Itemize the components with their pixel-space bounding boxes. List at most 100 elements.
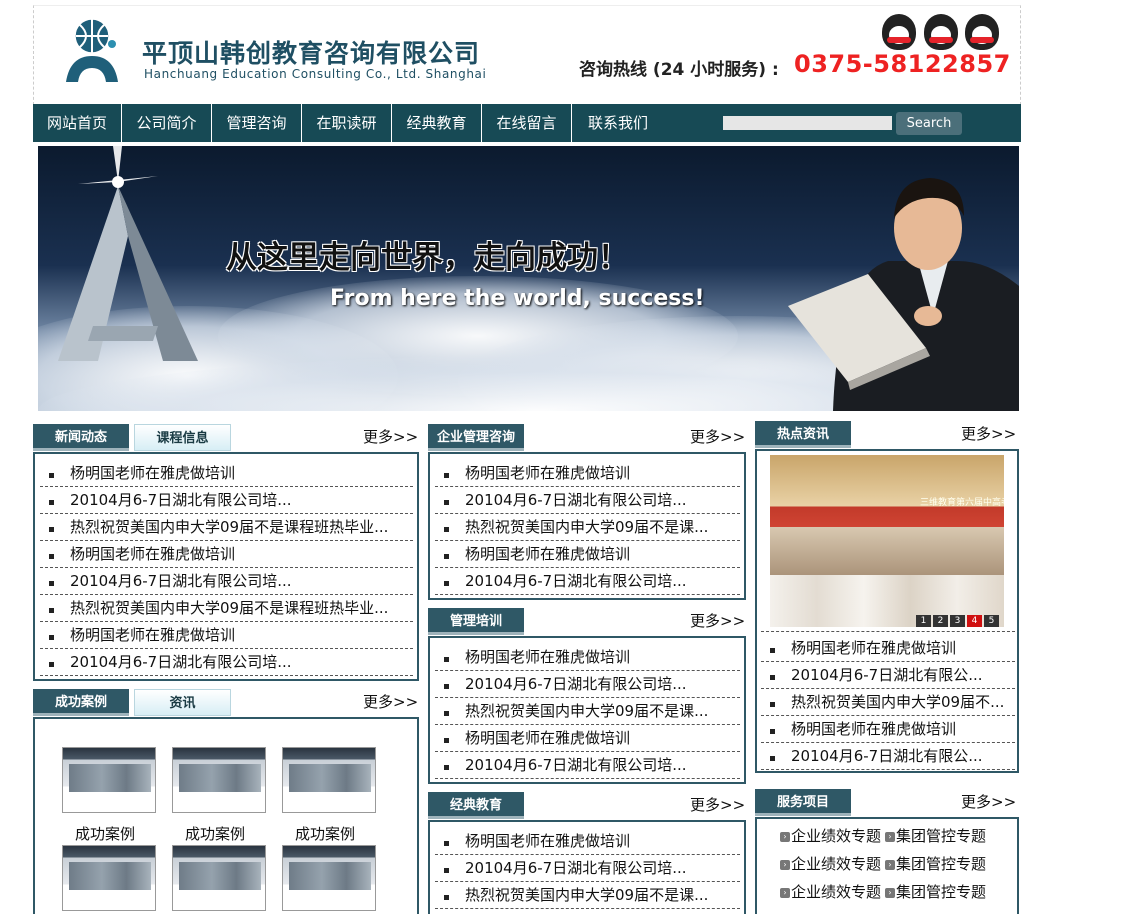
list-item[interactable]: 杨明国老师在雅虎做培训 — [435, 541, 740, 568]
consulting-more-link[interactable]: 更多>> — [690, 426, 745, 447]
tab-cases[interactable]: 成功案例 — [33, 689, 129, 716]
service-item[interactable]: › 企业绩效专题 — [780, 822, 881, 850]
service-item[interactable]: › 集团管控专题 — [885, 850, 986, 878]
tab-hot-news[interactable]: 热点资讯 — [755, 421, 851, 448]
hot-news-photo[interactable]: 三维教育第六届中高考战士 1 2 3 4 5 — [770, 455, 1004, 627]
services-panel: › 企业绩效专题 › 集团管控专题 › 企业绩效专题 › 集团管控专题 › 企业绩效专题 … — [755, 817, 1019, 914]
list-item[interactable]: 热烈祝贺美国内申大学09届不是课程班热毕业... — [40, 514, 413, 541]
site-header: 平顶山韩创教育咨询有限公司 Hanchuang Education Consul… — [33, 5, 1021, 105]
tab-training[interactable]: 管理培训 — [428, 608, 524, 635]
hero-banner: 从这里走向世界，走向成功！ From here the world, succe… — [38, 146, 1019, 411]
list-item[interactable]: 杨明国老师在雅虎做培训 — [40, 460, 413, 487]
services-more-link[interactable]: 更多>> — [961, 791, 1016, 812]
list-item[interactable]: 杨明国老师在雅虎做培训 — [761, 716, 1015, 743]
case-thumbnail[interactable] — [282, 747, 376, 813]
arrow-right-icon: › — [885, 859, 895, 870]
classic-more-link[interactable]: 更多>> — [690, 794, 745, 815]
tab-consulting[interactable]: 企业管理咨询 — [428, 424, 524, 451]
list-item[interactable]: 杨明国老师在雅虎做培训 — [761, 635, 1015, 662]
arrow-right-icon: › — [780, 831, 790, 842]
training-list: 杨明国老师在雅虎做培训 20104月6-7日湖北有限公司培... 热烈祝贺美国内… — [428, 636, 746, 784]
case-label[interactable]: 成功案例 — [185, 823, 245, 844]
hotline-number: 0375-58122857 — [794, 50, 1011, 78]
case-label[interactable]: 成功案例 — [295, 823, 355, 844]
banner-title-cn: 从这里走向世界，走向成功！ — [226, 240, 629, 276]
list-item[interactable]: 杨明国老师在雅虎做培训 — [435, 725, 740, 752]
service-item[interactable]: › 集团管控专题 — [885, 822, 986, 850]
list-item[interactable]: 20104月6-7日湖北有限公... — [761, 743, 1015, 770]
company-name-cn: 平顶山韩创教育咨询有限公司 — [142, 39, 481, 68]
arrow-right-icon: › — [885, 887, 895, 898]
banner-title-en: From here the world, success! — [330, 286, 705, 311]
hot-more-link[interactable]: 更多>> — [961, 423, 1016, 444]
company-name-en: Hanchuang Education Consulting Co., Ltd.… — [144, 67, 487, 81]
arrow-right-icon: › — [780, 887, 790, 898]
qq-icon[interactable] — [882, 14, 916, 50]
case-thumbnail[interactable] — [62, 747, 156, 813]
tab-info[interactable]: 资讯 — [134, 689, 231, 716]
tab-courses[interactable]: 课程信息 — [134, 424, 231, 451]
list-item[interactable]: 20104月6-7日湖北有限公司培... — [435, 752, 740, 779]
news-more-link[interactable]: 更多>> — [363, 426, 418, 447]
news-list: 杨明国老师在雅虎做培训 20104月6-7日湖北有限公司培... 热烈祝贺美国内… — [33, 452, 419, 681]
service-item[interactable]: › 企业绩效专题 — [780, 878, 881, 906]
search-button[interactable]: Search — [896, 112, 962, 135]
case-thumbnail[interactable] — [172, 845, 266, 911]
training-more-link[interactable]: 更多>> — [690, 610, 745, 631]
nav-item-about[interactable]: 公司简介 — [122, 104, 212, 142]
tab-services[interactable]: 服务项目 — [755, 789, 851, 816]
slide-indicator[interactable]: 3 — [950, 615, 965, 627]
list-item[interactable]: 杨明国老师在雅虎做培训 — [435, 828, 740, 855]
nav-item-message[interactable]: 在线留言 — [482, 104, 572, 142]
list-item[interactable]: 杨明国老师在雅虎做培训 — [40, 541, 413, 568]
monument-graphic — [58, 146, 198, 361]
list-item[interactable]: 热烈祝贺美国内申大学09届不是课... — [435, 698, 740, 725]
search-input[interactable] — [723, 116, 892, 130]
nav-item-home[interactable]: 网站首页 — [33, 104, 122, 142]
businessman-photo — [788, 178, 1019, 411]
list-item[interactable]: 热烈祝贺美国内申大学09届不是课... — [435, 514, 740, 541]
arrow-right-icon: › — [780, 859, 790, 870]
list-item[interactable]: 20104月6-7日湖北有限公司培... — [40, 487, 413, 514]
list-item[interactable]: 热烈祝贺美国内申大学09届不是课程班热毕业... — [40, 595, 413, 622]
service-item[interactable]: › 集团管控专题 — [885, 878, 986, 906]
list-item[interactable]: 20104月6-7日湖北有限公司培... — [435, 568, 740, 595]
case-label[interactable]: 成功案例 — [75, 823, 135, 844]
nav-item-education[interactable]: 经典教育 — [392, 104, 482, 142]
list-item[interactable]: 热烈祝贺美国内申大学09届不是课... — [435, 882, 740, 909]
cases-more-link[interactable]: 更多>> — [363, 691, 418, 712]
tab-news[interactable]: 新闻动态 — [33, 424, 129, 451]
company-logo[interactable] — [62, 16, 122, 84]
slide-indicator[interactable]: 5 — [984, 615, 999, 627]
classic-list: 杨明国老师在雅虎做培训 20104月6-7日湖北有限公司培... 热烈祝贺美国内… — [428, 820, 746, 914]
hotline-label: 咨询热线 (24 小时服务) : — [579, 60, 779, 80]
list-item[interactable]: 热烈祝贺美国内申大学09届不... — [761, 689, 1015, 716]
list-item[interactable]: 20104月6-7日湖北有限公司培... — [435, 671, 740, 698]
nav-item-consulting[interactable]: 管理咨询 — [212, 104, 302, 142]
list-item[interactable]: 20104月6-7日湖北有限公司培... — [435, 487, 740, 514]
nav-item-contact[interactable]: 联系我们 — [572, 104, 664, 142]
qq-icon[interactable] — [965, 14, 999, 50]
list-item[interactable]: 杨明国老师在雅虎做培训 — [435, 460, 740, 487]
slide-indicator[interactable]: 1 — [916, 615, 931, 627]
photo-banner-text: 三维教育第六届中高考战士 — [920, 498, 1004, 508]
case-thumbnail[interactable] — [172, 747, 266, 813]
slide-indicator[interactable]: 2 — [933, 615, 948, 627]
list-item[interactable]: 20104月6-7日湖北有限公... — [761, 662, 1015, 689]
arrow-right-icon: › — [885, 831, 895, 842]
service-item[interactable]: › 企业绩效专题 — [780, 850, 881, 878]
list-item[interactable]: 杨明国老师在雅虎做培训 — [40, 622, 413, 649]
list-item[interactable]: 20104月6-7日湖北有限公司培... — [40, 568, 413, 595]
cases-gallery: 成功案例 成功案例 成功案例 — [33, 717, 419, 914]
list-item[interactable]: 20104月6-7日湖北有限公司培... — [40, 649, 413, 676]
case-thumbnail[interactable] — [282, 845, 376, 911]
list-item[interactable]: 杨明国老师在雅虎做培训 — [435, 644, 740, 671]
case-thumbnail[interactable] — [62, 845, 156, 911]
nav-item-graduate[interactable]: 在职读研 — [302, 104, 392, 142]
consulting-list: 杨明国老师在雅虎做培训 20104月6-7日湖北有限公司培... 热烈祝贺美国内… — [428, 452, 746, 600]
slide-indicator-active[interactable]: 4 — [967, 615, 982, 627]
tab-classic-education[interactable]: 经典教育 — [428, 792, 524, 819]
hot-news-panel: 三维教育第六届中高考战士 1 2 3 4 5 杨明国老师在雅虎做培训 20104… — [755, 449, 1019, 773]
list-item[interactable]: 20104月6-7日湖北有限公司培... — [435, 855, 740, 882]
qq-icon[interactable] — [924, 14, 958, 50]
